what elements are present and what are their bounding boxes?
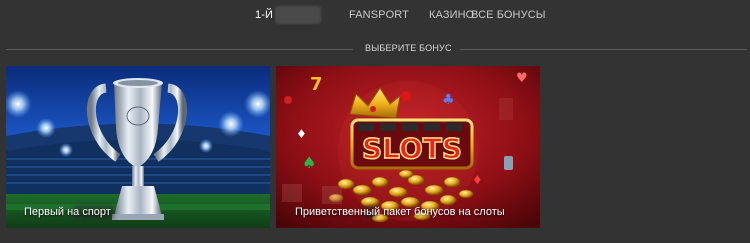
- section-title: ВЫБЕРИТЕ БОНУС: [365, 43, 452, 53]
- slots-image: 7 ♥ ♣ ♦ ♠ ♦ SLOTS: [276, 66, 540, 228]
- divider-line-right: [460, 49, 747, 50]
- card-caption: Первый на спорт: [24, 206, 111, 218]
- svg-text:♠: ♠: [302, 153, 316, 172]
- blurred-tab-text: [275, 6, 321, 24]
- top-navigation: 1-Й FANSPORT КАЗИНО ВСЕ БОНУСЫ: [0, 0, 750, 30]
- svg-text:♦: ♦: [296, 127, 307, 141]
- tab-casino[interactable]: КАЗИНО: [429, 9, 474, 21]
- trophy-stadium-image: [6, 66, 270, 228]
- svg-text:♥: ♥: [516, 71, 528, 86]
- section-divider: ВЫБЕРИТЕ БОНУС: [0, 42, 750, 56]
- divider-line-left: [6, 49, 353, 50]
- bonus-card-slots[interactable]: 7 ♥ ♣ ♦ ♠ ♦ SLOTS Приветственный пакет б…: [276, 66, 540, 228]
- slots-logo-text: SLOTS: [362, 132, 462, 165]
- svg-text:♣: ♣: [442, 92, 455, 108]
- svg-text:♦: ♦: [472, 173, 483, 187]
- svg-text:7: 7: [310, 74, 323, 95]
- card-caption: Приветственный пакет бонусов на слоты: [295, 206, 505, 218]
- tab-first[interactable]: 1-Й: [255, 9, 273, 21]
- bonus-card-sport[interactable]: Первый на спорт: [6, 66, 270, 228]
- tab-fansport[interactable]: FANSPORT: [349, 9, 409, 21]
- tab-all-bonuses[interactable]: ВСЕ БОНУСЫ: [471, 9, 546, 21]
